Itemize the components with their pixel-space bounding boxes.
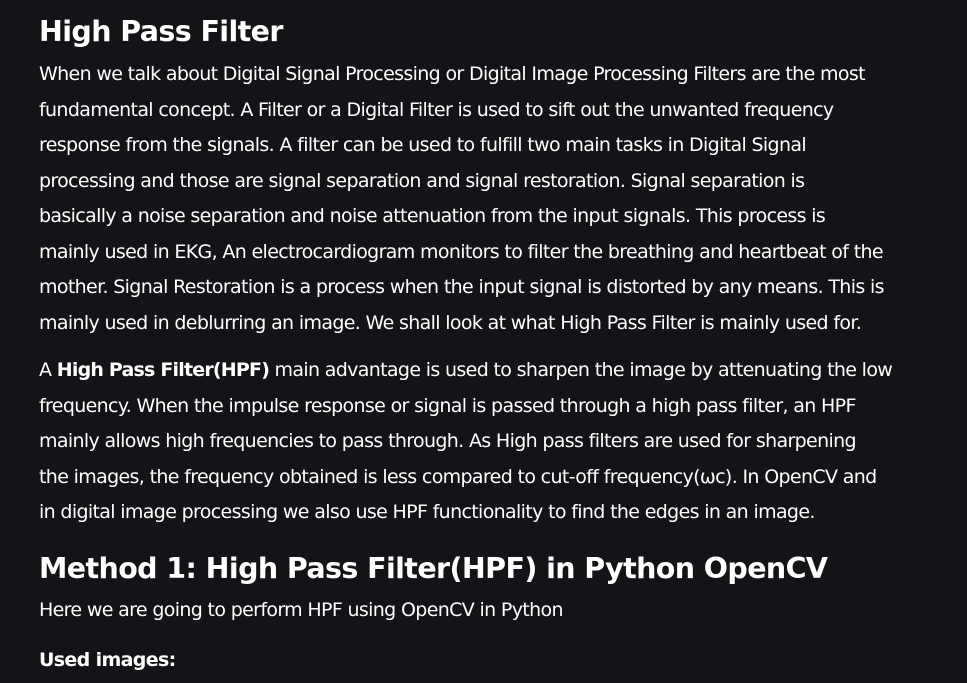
text-line: mother. Signal Restoration is a process … (39, 276, 884, 298)
text-line: frequency. When the impulse response or … (39, 394, 856, 417)
text-line: Here we are going to perform HPF using O… (39, 599, 564, 621)
method-intro: Here we are going to perform HPF using O… (39, 593, 564, 629)
text-fragment: A (39, 359, 57, 381)
method-heading: Method 1: High Pass Filter(HPF) in Pytho… (39, 552, 828, 585)
text-line: basically a noise separation and noise a… (39, 205, 826, 227)
text-line: mainly used in deblurring an image. We s… (39, 311, 862, 334)
used-images-label: Used images: (39, 643, 176, 679)
text-line: A High Pass Filter(HPF) main advantage i… (39, 353, 893, 389)
hpf-paragraph: A High Pass Filter(HPF) main advantage i… (39, 353, 893, 531)
text-line: response from the signals. A filter can … (39, 134, 807, 156)
text-line: When we talk about Digital Signal Proces… (39, 63, 866, 85)
bold-term: High Pass Filter(HPF) (56, 359, 270, 381)
text-line: in digital image processing we also use … (39, 501, 815, 523)
intro-paragraph: When we talk about Digital Signal Proces… (39, 57, 884, 341)
text-line: processing and those are signal separati… (39, 169, 805, 192)
text-fragment: main advantage is used to sharpen the im… (269, 359, 893, 381)
text-line: mainly allows high frequencies to pass t… (39, 430, 857, 452)
page-title: High Pass Filter (39, 15, 283, 48)
text-line: Used images: (39, 649, 176, 671)
text-line: mainly used in EKG, An electrocardiogram… (39, 240, 884, 263)
text-line: fundamental concept. A Filter or a Digit… (39, 98, 834, 121)
text-line: the images, the frequency obtained is le… (39, 465, 877, 488)
